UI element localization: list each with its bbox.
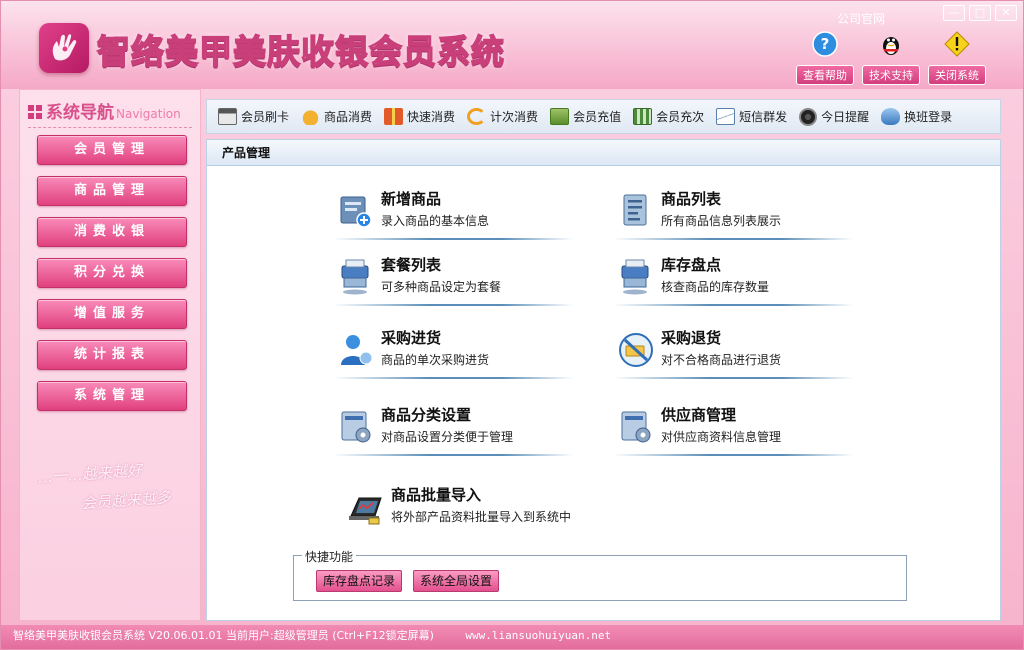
nav-title: 系统导航 Navigation	[28, 98, 181, 123]
product-list-icon	[623, 194, 647, 226]
help-button[interactable]: ? 查看帮助	[796, 31, 854, 85]
sidebar-item-checkout[interactable]: 消费收银	[37, 217, 187, 247]
return-icon	[619, 333, 653, 367]
help-icon: ?	[812, 31, 838, 57]
func-purchase-return[interactable]: 采购退货 对不合格商品进行退货	[613, 321, 853, 391]
func-add-product[interactable]: 新增商品 录入商品的基本信息	[333, 182, 573, 252]
toolbar-member-recharge[interactable]: 会员充值	[545, 103, 626, 131]
func-batch-import[interactable]: 商品批量导入 将外部产品资料批量导入到系统中	[343, 478, 603, 548]
money-bag-icon	[301, 108, 321, 125]
slogan: …一…越来越好 会员越来越多	[36, 461, 172, 513]
toolbar-quick-consume[interactable]: 快速消费	[379, 103, 460, 131]
warning-icon	[944, 31, 970, 57]
maximize-button[interactable]: □	[969, 5, 991, 21]
sidebar-item-product[interactable]: 商品管理	[37, 176, 187, 206]
close-system-button[interactable]: 关闭系统	[928, 31, 986, 85]
card-icon	[218, 108, 237, 125]
toolbar: 会员刷卡 商品消费 快速消费 计次消费 会员充值 会员充次 短信群发 今日提醒	[206, 99, 1001, 134]
global-settings-button[interactable]: 系统全局设置	[413, 570, 500, 592]
func-package-list[interactable]: 套餐列表 可多种商品设定为套餐	[333, 248, 573, 318]
toolbar-count-consume[interactable]: 计次消费	[462, 103, 543, 131]
recharge-icon	[550, 108, 570, 125]
nav-divider	[28, 127, 192, 128]
func-supplier-management[interactable]: 供应商管理 对供应商资料信息管理	[613, 398, 853, 468]
hand-logo-icon	[52, 34, 77, 61]
func-product-list[interactable]: 商品列表 所有商品信息列表展示	[613, 182, 853, 252]
func-category-settings[interactable]: 商品分类设置 对商品设置分类便于管理	[333, 398, 573, 468]
batch-import-icon	[349, 497, 382, 525]
toolbar-shift-login[interactable]: 换班登录	[876, 103, 957, 131]
category-settings-icon	[341, 411, 371, 443]
mail-icon	[716, 108, 736, 125]
toolbar-sms-broadcast[interactable]: 短信群发	[711, 103, 792, 131]
toolbar-today-reminder[interactable]: 今日提醒	[794, 103, 874, 131]
inventory-icon	[621, 259, 649, 295]
sidebar-item-system[interactable]: 系统管理	[37, 381, 187, 411]
toolbar-member-card[interactable]: 会员刷卡	[213, 103, 294, 131]
logo	[39, 23, 89, 73]
quick-functions-legend: 快捷功能	[302, 548, 357, 565]
close-window-button[interactable]: ✕	[995, 5, 1017, 21]
app-window: 智络美甲美肤收银会员系统 公司官网 — □ ✕ ? 查看帮助 技术支持 关闭系统…	[0, 0, 1024, 650]
add-product-icon	[340, 196, 372, 228]
qq-penguin-icon	[883, 37, 899, 55]
minimize-button[interactable]: —	[943, 5, 965, 21]
official-site-link[interactable]: 公司官网	[837, 10, 885, 27]
supplier-icon	[621, 411, 651, 443]
func-inventory-check[interactable]: 库存盘点 核查商品的库存数量	[613, 248, 853, 318]
nav-menu: 会员管理 商品管理 消费收银 积分兑换 增值服务 统计报表 系统管理	[37, 135, 187, 422]
refresh-icon	[467, 108, 487, 125]
website-url: www.liansuohuiyuan.net	[465, 629, 612, 642]
content-panel: 产品管理 新增商品 录入商品的基本信息 商品列表 所有商品信息列表展示 套餐列表…	[206, 139, 1001, 621]
status-text: 智络美甲美肤收银会员系统 V20.06.01.01 当前用户:超级管理员 (Ct…	[13, 629, 434, 642]
package-list-icon	[341, 259, 369, 295]
switch-icon	[881, 108, 901, 125]
content-title: 产品管理	[207, 140, 1000, 166]
sidebar-item-value-added[interactable]: 增值服务	[37, 299, 187, 329]
window-controls: — □ ✕	[943, 5, 1017, 21]
quick-functions-box: 快捷功能 库存盘点记录 系统全局设置	[293, 548, 907, 601]
film-icon	[633, 108, 653, 125]
func-purchase-in[interactable]: 采购进货 商品的单次采购进货	[333, 321, 573, 391]
svg-text:?: ?	[821, 35, 830, 53]
header: 智络美甲美肤收银会员系统 公司官网 — □ ✕ ? 查看帮助 技术支持 关闭系统	[1, 1, 1023, 89]
purchase-icon	[341, 335, 373, 365]
sidebar-item-points[interactable]: 积分兑换	[37, 258, 187, 288]
toolbar-member-count-recharge[interactable]: 会员充次	[628, 103, 709, 131]
clock-icon	[799, 107, 818, 126]
sidebar: 系统导航 Navigation 会员管理 商品管理 消费收银 积分兑换 增值服务 …	[19, 89, 201, 621]
tech-support-button[interactable]: 技术支持	[862, 31, 920, 85]
sidebar-item-member[interactable]: 会员管理	[37, 135, 187, 165]
app-title: 智络美甲美肤收银会员系统	[96, 31, 505, 72]
sidebar-item-reports[interactable]: 统计报表	[37, 340, 187, 370]
gift-icon	[384, 108, 404, 125]
grid-icon	[28, 105, 42, 119]
status-bar: 智络美甲美肤收银会员系统 V20.06.01.01 当前用户:超级管理员 (Ct…	[1, 625, 1023, 649]
inventory-record-button[interactable]: 库存盘点记录	[316, 570, 403, 592]
toolbar-product-consume[interactable]: 商品消费	[296, 103, 377, 131]
top-actions: ? 查看帮助 技术支持 关闭系统	[796, 31, 986, 85]
